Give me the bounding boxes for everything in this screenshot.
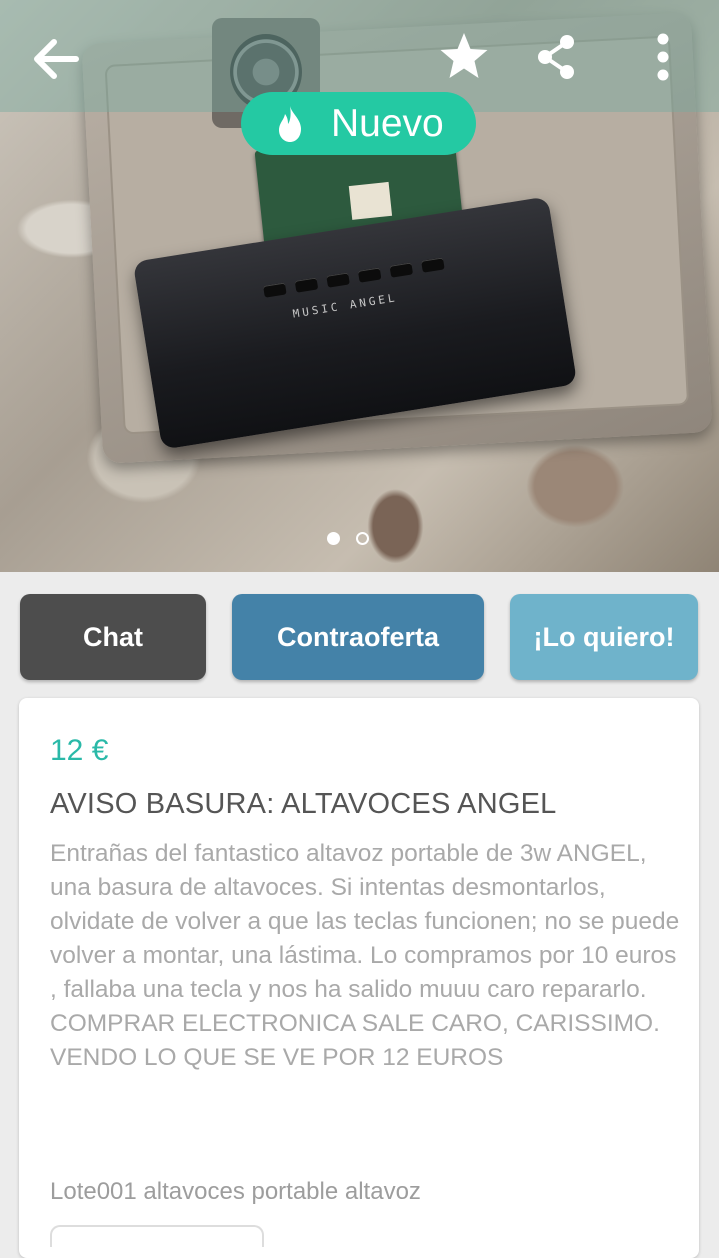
want-it-button[interactable]: ¡Lo quiero! [510, 594, 698, 680]
gallery-pager[interactable] [327, 532, 369, 545]
product-photo[interactable]: MUSIC ANGEL [0, 0, 719, 572]
pager-dot-active[interactable] [327, 532, 340, 545]
listing-title: AVISO BASURA: ALTAVOCES ANGEL [50, 788, 557, 820]
counteroffer-button[interactable]: Contraoferta [232, 594, 484, 680]
share-icon[interactable] [536, 34, 576, 80]
chat-button[interactable]: Chat [20, 594, 206, 680]
flame-icon [279, 105, 301, 142]
badge-label: Nuevo [331, 101, 444, 145]
new-badge: Nuevo [241, 92, 476, 155]
star-icon[interactable] [438, 30, 490, 82]
photo-speaker-label: MUSIC ANGEL [291, 291, 399, 321]
more-vertical-icon[interactable] [650, 32, 676, 82]
listing-chips-row [50, 1225, 264, 1247]
listing-price: 12 € [50, 734, 109, 767]
listing-tags[interactable]: Lote001 altavoces portable altavoz [50, 1178, 421, 1206]
listing-card: 12 € AVISO BASURA: ALTAVOCES ANGEL Entra… [19, 698, 699, 1258]
pager-dot[interactable] [356, 532, 369, 545]
arrow-left-icon[interactable] [30, 36, 80, 82]
listing-description: Entrañas del fantastico altavoz portable… [50, 840, 680, 1071]
